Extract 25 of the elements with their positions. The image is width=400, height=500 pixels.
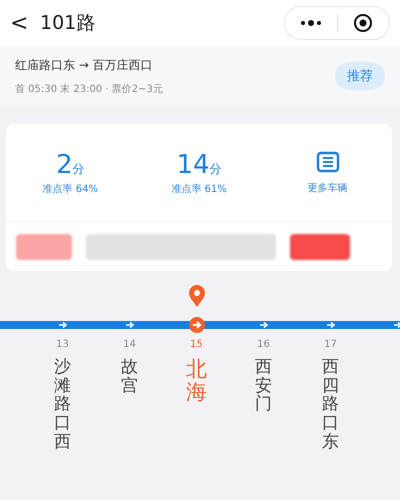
arrival-time: 2 分 (56, 150, 85, 180)
stop-number: 17 (324, 339, 337, 350)
punctuality-rate: 准点率 61% (171, 182, 227, 196)
direction-arrow-icon (326, 321, 336, 329)
direction-arrow-icon (392, 321, 400, 329)
stop-number: 14 (123, 339, 136, 350)
stop-name[interactable]: 沙滩路口西 (54, 358, 71, 452)
location-pin-icon (188, 285, 204, 307)
page-title: 101路 (40, 11, 96, 36)
direction-arrow-icon (258, 321, 268, 329)
arrival-time: 14分 (176, 150, 222, 180)
more-vehicles-link[interactable]: 更多车辆 (308, 180, 348, 194)
stop-name[interactable]: 西四路口东 (322, 358, 339, 452)
direction-arrow-icon (124, 321, 134, 329)
stop-number: 15 (190, 339, 203, 350)
route-endpoints: 红庙路口东 → 百万庄西口 (15, 56, 154, 74)
stop-number: 16 (257, 339, 270, 350)
stop-name[interactable]: 西安门 (255, 358, 272, 414)
punctuality-rate: 准点率 64% (42, 182, 98, 196)
stop-number: 13 (56, 339, 69, 350)
list-icon[interactable] (316, 150, 340, 172)
back-button[interactable]: < (10, 10, 40, 36)
direction-arrow-icon (58, 321, 68, 329)
schedule-text: 首 05:30 末 23:00 · 票价2~3元 (15, 82, 164, 96)
stop-name[interactable]: 故宫 (121, 358, 138, 396)
